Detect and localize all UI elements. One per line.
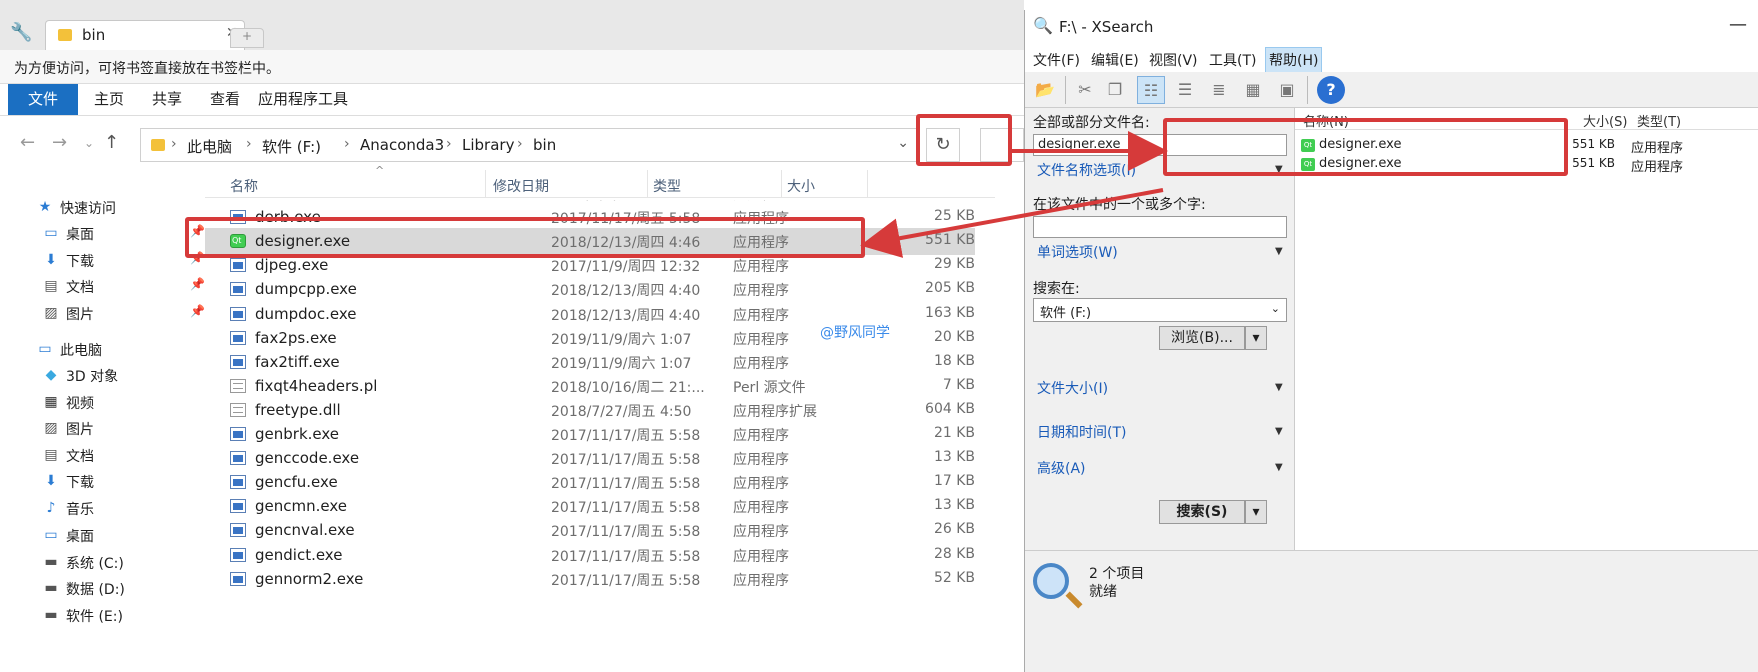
arrow-to-explorer	[860, 188, 1164, 258]
annotation-arrows	[860, 131, 1168, 258]
